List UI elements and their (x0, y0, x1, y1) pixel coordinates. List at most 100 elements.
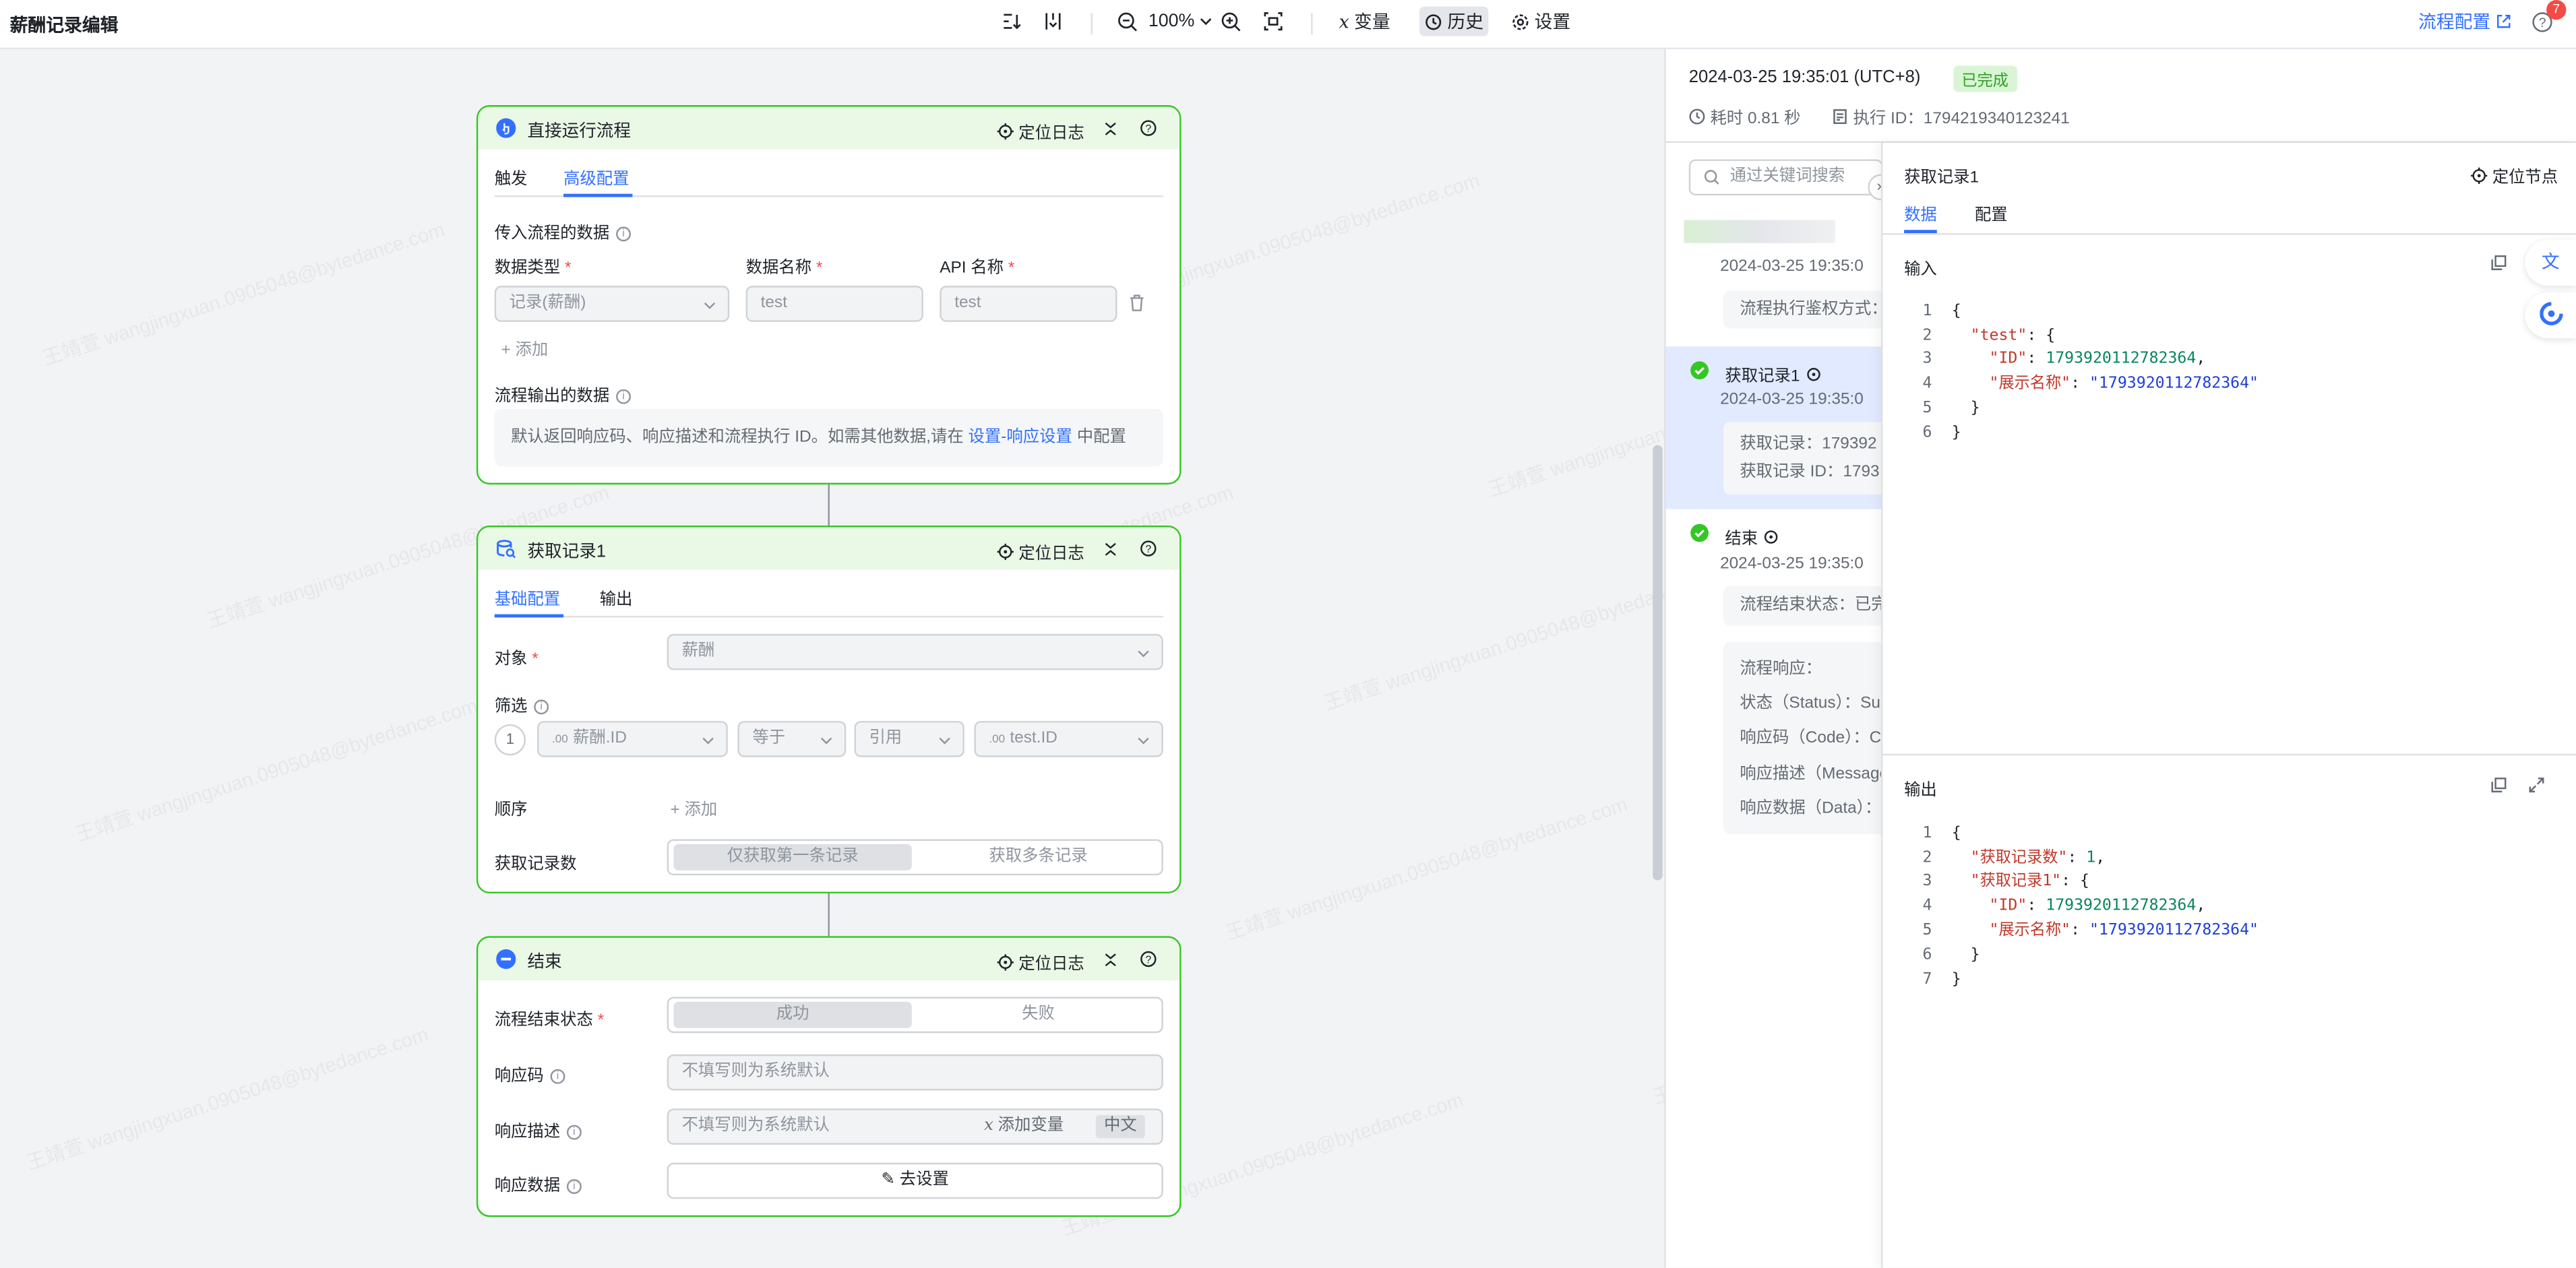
variables-label: 变量 (1354, 13, 1390, 33)
step-time: 2024-03-25 19:35:0 (1720, 391, 1864, 409)
language-tag[interactable]: 中文 (1095, 1115, 1145, 1139)
zoom-level-select[interactable]: 100% (1148, 7, 1213, 36)
response-code-input[interactable]: 不填写则为系统默认 (667, 1054, 1163, 1091)
search-input[interactable]: 通过关键词搜索 (1688, 159, 1883, 196)
gear-icon (1512, 13, 1529, 30)
end-status-toggle[interactable]: 成功 失败 (667, 996, 1163, 1034)
layout-vertical-icon[interactable] (1041, 7, 1064, 36)
node-end[interactable]: 结束 定位日志 ? 流程结束状态 * 成功 失败 响应码 i 不填写则为系统默认 … (476, 936, 1182, 1217)
success-check-icon (1690, 361, 1709, 380)
database-search-icon (497, 540, 516, 559)
settings-button[interactable]: 设置 (1512, 7, 1570, 36)
trash-icon[interactable] (1129, 294, 1145, 312)
record-count-label: 获取记录数 (494, 855, 577, 874)
stop-icon (496, 949, 516, 970)
locate-log-button[interactable]: 定位日志 (997, 949, 1084, 974)
help-icon[interactable]: ? (1140, 120, 1157, 136)
data-name-input[interactable]: test (745, 286, 923, 322)
detail-title: 获取记录1 (1904, 169, 1980, 187)
response-settings-link[interactable]: 设置-响应设置 (969, 429, 1072, 447)
filter-ref-select[interactable]: 引用 (854, 721, 964, 757)
help-icon[interactable]: ? (1140, 540, 1157, 557)
copy-icon[interactable] (2490, 255, 2507, 271)
search-icon (1704, 170, 1719, 185)
chevron-down-icon (702, 737, 714, 744)
variable-icon: 𝑥 (984, 1116, 993, 1135)
translate-icon[interactable]: 文 (2525, 239, 2576, 286)
document-icon (1833, 108, 1847, 123)
collapse-icon[interactable] (1104, 121, 1117, 136)
app-root: 王靖萱 wangjingxuan.0905048@bytedance.com 王靖… (0, 0, 2576, 1268)
step-detail: 流程执行鉴权方式： (1723, 290, 1905, 329)
add-order-button[interactable]: + 添加 (671, 795, 718, 820)
layout-horizontal-icon[interactable] (1000, 7, 1023, 36)
data-type-select[interactable]: 记录(薪酬) (494, 286, 730, 322)
object-label: 对象 * (494, 650, 539, 669)
notification-badge[interactable]: 7 (2546, 0, 2567, 20)
tab-output[interactable]: 输出 (600, 585, 633, 610)
zoom-out-icon[interactable] (1117, 7, 1139, 36)
expand-icon[interactable] (2528, 777, 2544, 793)
fit-view-icon[interactable] (1262, 7, 1285, 36)
node-get-record[interactable]: 获取记录1 定位日志 ? 基础配置 输出 对象 * 薪酬 筛选 i 1 .00 薪酬… (476, 526, 1182, 893)
chevron-down-icon (1200, 18, 1212, 26)
locate-log-button[interactable]: 定位日志 (997, 539, 1084, 563)
watermark-text: 王靖萱 wangjingxuan.0905048@bytedance.com (40, 218, 448, 371)
node-run-flow[interactable]: 直接运行流程 定位日志 ? 触发 高级配置 传入流程的数据 i 数据类型 * 数据… (476, 105, 1182, 485)
filter-value-select[interactable]: .00 test.ID (974, 721, 1163, 757)
tab-advanced[interactable]: 高级配置 (563, 164, 630, 189)
step-time: 2024-03-25 19:35:0 (1720, 257, 1864, 276)
object-select[interactable]: 薪酬 (667, 633, 1163, 670)
locate-icon (997, 542, 1014, 559)
tab-config[interactable]: 配置 (1975, 200, 2008, 225)
copy-icon[interactable] (2490, 777, 2507, 793)
step-name[interactable]: 结束 (1725, 524, 1779, 548)
locate-log-button[interactable]: 定位日志 (997, 119, 1084, 143)
failure-option[interactable]: 失败 (917, 1002, 1160, 1028)
external-link-icon (2497, 14, 2511, 28)
locate-icon (2471, 166, 2488, 183)
collapse-icon[interactable] (1104, 953, 1117, 968)
variables-button[interactable]: 𝑥 变量 (1339, 7, 1390, 36)
filter-operator-select[interactable]: 等于 (737, 721, 847, 757)
help-icon[interactable]: ? (1140, 951, 1157, 968)
svg-text:?: ? (1145, 544, 1151, 555)
end-status-label: 流程结束状态 * (494, 1011, 605, 1030)
top-bar: 薪酬记录编辑 100% 𝑥 变量 历史 设置 流程配置 ? 7 (0, 0, 2576, 50)
run-timestamp: 2024-03-25 19:35:01 (UTC+8) (1688, 67, 1921, 88)
response-desc-input[interactable]: 不填写则为系统默认 𝑥 添加变量 中文 (667, 1108, 1163, 1145)
tab-basic-config[interactable]: 基础配置 (495, 585, 561, 610)
run-exec-id: 执行 ID：1794219340123241 (1832, 104, 2070, 128)
first-record-option[interactable]: 仅获取第一条记录 (673, 844, 912, 870)
success-check-icon (1690, 524, 1709, 542)
col-type-label: 数据类型 * (494, 259, 572, 278)
add-input-button[interactable]: + 添加 (501, 335, 548, 360)
zoom-in-icon[interactable] (1221, 7, 1242, 36)
watermark-text: 王靖萱 wangjingxuan.0905048@bytedance.com (72, 694, 481, 846)
flow-config-link[interactable]: 流程配置 (2418, 7, 2512, 36)
step-time: 2024-03-25 19:35:0 (1720, 554, 1864, 573)
collapse-icon[interactable] (1104, 542, 1117, 557)
tab-trigger[interactable]: 触发 (495, 164, 528, 189)
locate-node-button[interactable]: 定位节点 (2471, 162, 2558, 187)
output-note: 默认返回响应码、响应描述和流程执行 ID。如需其他数据,请在 设置-响应设置 中… (494, 408, 1163, 467)
add-variable-button[interactable]: 𝑥 添加变量 (984, 1110, 1064, 1143)
go-settings-button[interactable]: ✎ 去设置 (667, 1162, 1163, 1199)
multiple-records-option[interactable]: 获取多条记录 (917, 844, 1160, 870)
filter-field-select[interactable]: .00 薪酬.ID (537, 721, 728, 757)
hand-pointer-icon (496, 118, 516, 138)
output-label: 输出 (1904, 782, 1937, 800)
filter-label: 筛选 i (495, 691, 549, 716)
col-name-label: 数据名称 * (745, 259, 823, 278)
success-option[interactable]: 成功 (673, 1001, 912, 1028)
history-button[interactable]: 历史 (1419, 6, 1489, 36)
record-count-toggle[interactable]: 仅获取第一条记录 获取多条记录 (667, 839, 1163, 876)
info-icon: i (616, 226, 631, 241)
tab-data[interactable]: 数据 (1904, 200, 1937, 225)
step-name: 获取记录1 (1725, 361, 1821, 386)
output-json-code: 1{2 "获取记录数": 1, 3 "获取记录1": {4 "ID": 17939… (1922, 824, 2259, 988)
api-name-input[interactable]: test (940, 286, 1117, 322)
canvas-scrollbar[interactable] (1653, 445, 1663, 881)
locate-icon (997, 953, 1014, 970)
assistant-icon[interactable] (2525, 292, 2576, 339)
